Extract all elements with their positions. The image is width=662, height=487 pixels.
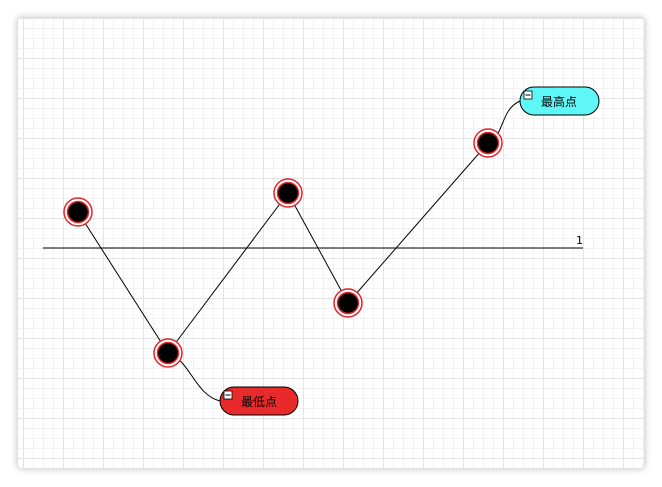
node-5[interactable] <box>473 128 503 158</box>
callout-highest[interactable]: 最高点 <box>519 86 600 116</box>
collapse-toggle-icon[interactable] <box>223 390 233 400</box>
node-2[interactable] <box>153 338 183 368</box>
node-1[interactable] <box>63 197 93 227</box>
node-4[interactable] <box>333 288 363 318</box>
callout-lowest[interactable]: 最低点 <box>219 386 299 416</box>
line-diagram: 1 最高点 最低点 <box>43 86 600 416</box>
callout-lowest-label: 最低点 <box>241 395 277 409</box>
node-3[interactable] <box>273 178 303 208</box>
segment-1 <box>77 211 169 354</box>
threshold-label: 1 <box>576 234 583 247</box>
segment-4 <box>347 142 489 304</box>
collapse-toggle-icon[interactable] <box>523 90 533 100</box>
callout-highest-label: 最高点 <box>541 94 577 109</box>
segment-2 <box>167 192 289 354</box>
